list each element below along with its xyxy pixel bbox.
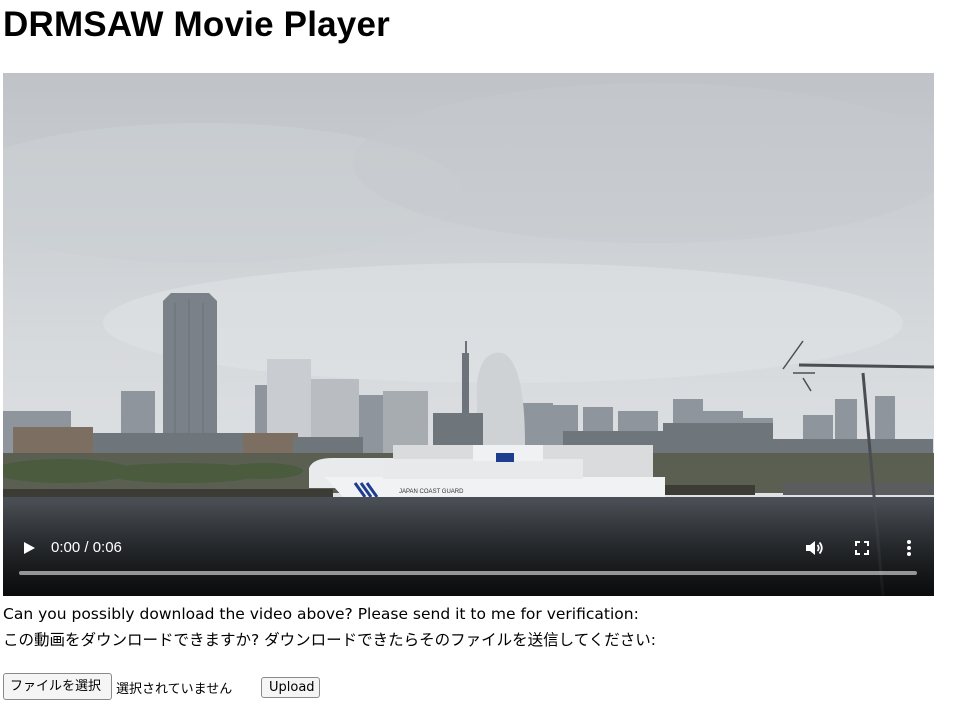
- instruction-english: Can you possibly download the video abov…: [3, 605, 639, 623]
- time-display: 0:00 / 0:06: [51, 539, 122, 556]
- no-file-label: 選択されていません: [116, 682, 233, 697]
- video-frame: JAPAN COAST GUARD: [3, 73, 934, 596]
- upload-button[interactable]: Upload: [261, 677, 320, 698]
- choose-file-button[interactable]: ファイルを選択: [3, 673, 112, 700]
- volume-icon[interactable]: [803, 537, 825, 559]
- instruction-japanese: この動画をダウンロードできますか? ダウンロードできたらそのファイルを送信してく…: [3, 631, 656, 649]
- play-icon[interactable]: [19, 538, 39, 558]
- fullscreen-icon[interactable]: [852, 538, 872, 558]
- page-title: DRMSAW Movie Player: [3, 5, 390, 44]
- progress-bar[interactable]: [19, 571, 917, 575]
- more-vertical-icon[interactable]: [901, 538, 917, 558]
- ship-hull-text: JAPAN COAST GUARD: [399, 489, 464, 495]
- video-player[interactable]: JAPAN COAST GUARD 0:00 / 0:06: [3, 73, 934, 596]
